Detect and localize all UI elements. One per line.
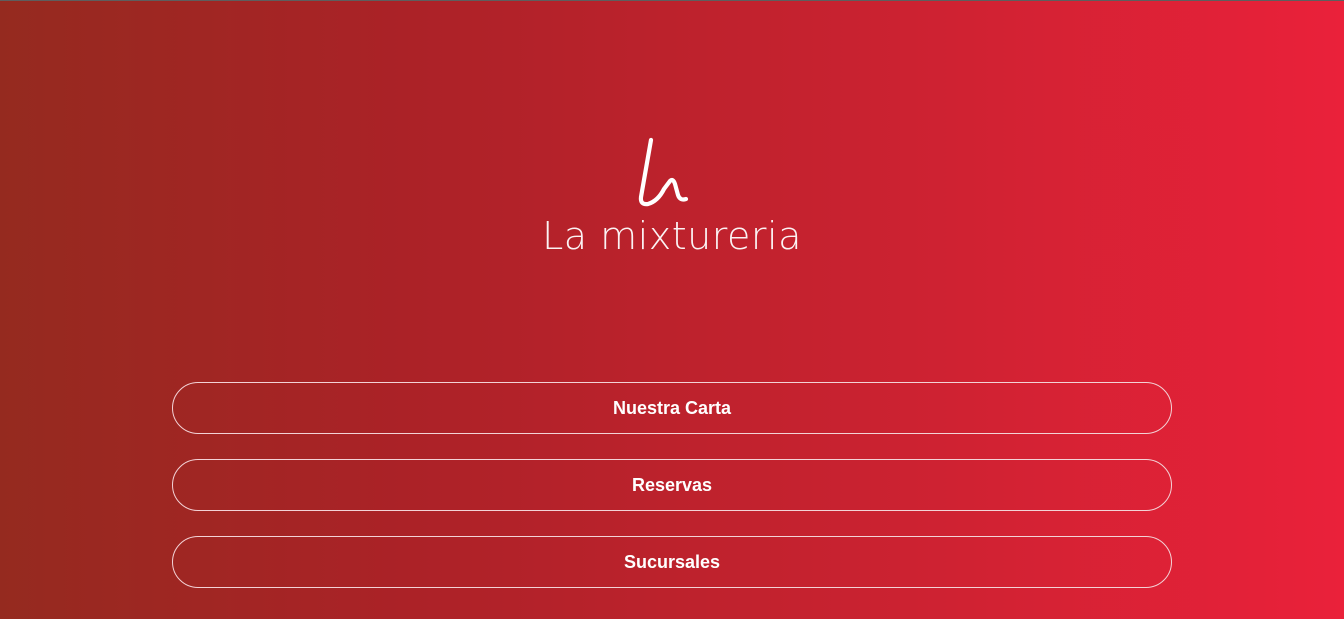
main-menu: Nuestra Carta Reservas Sucursales	[172, 382, 1172, 613]
landing-page: La mixtureria Nuestra Carta Reservas Suc…	[0, 0, 1344, 619]
nuestra-carta-button[interactable]: Nuestra Carta	[172, 382, 1172, 434]
brand-block: La mixtureria	[0, 137, 1344, 259]
sucursales-button[interactable]: Sucursales	[172, 536, 1172, 588]
logo-mark-icon	[638, 137, 689, 207]
brand-name: La mixtureria	[542, 214, 802, 258]
reservas-button[interactable]: Reservas	[172, 459, 1172, 511]
